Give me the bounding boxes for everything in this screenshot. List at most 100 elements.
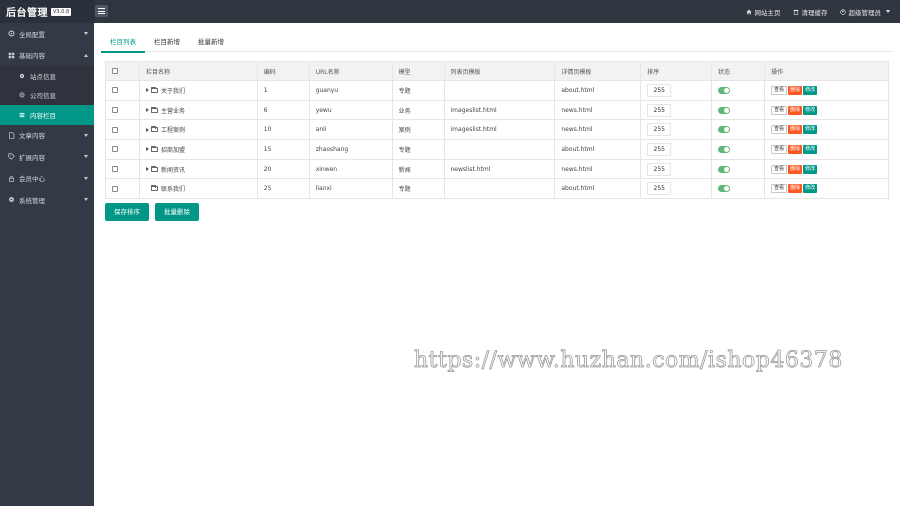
- status-toggle[interactable]: [718, 86, 731, 94]
- row-checkbox[interactable]: [112, 146, 118, 153]
- tab-batch-add[interactable]: 批量新增: [189, 32, 233, 52]
- delete-button[interactable]: 删除: [788, 144, 803, 154]
- column-list-template: newslist.html: [443, 158, 556, 180]
- view-button[interactable]: 查看: [771, 184, 788, 194]
- tag-icon: [8, 153, 15, 161]
- status-toggle[interactable]: [718, 126, 731, 134]
- delete-button[interactable]: 删除: [788, 105, 803, 115]
- column-name: 关于我们: [160, 87, 185, 95]
- status-toggle[interactable]: [718, 106, 731, 114]
- table-row: 工程案例 10 anli 案例 imageslist.html news.htm…: [105, 119, 889, 141]
- select-all-checkbox[interactable]: [112, 68, 118, 74]
- delete-button[interactable]: 删除: [788, 164, 803, 174]
- menu-toggle-button[interactable]: [95, 5, 108, 17]
- home-link[interactable]: 网站主页: [746, 7, 781, 17]
- delete-button[interactable]: 删除: [788, 184, 803, 194]
- row-checkbox[interactable]: [112, 185, 118, 192]
- expand-arrow-icon[interactable]: [145, 88, 149, 93]
- table-header-row: 栏目名称 编码 URL名称 模型 列表页模板 详情页模板 排序 状态 操作: [105, 61, 889, 81]
- table-row: 招商加盟 15 zhaoshang 专题 about.html 查看删除修改: [105, 139, 889, 160]
- edit-button[interactable]: 修改: [803, 164, 818, 174]
- edit-button[interactable]: 修改: [803, 125, 818, 135]
- sidebar-subitem-content-columns[interactable]: 内容栏目: [0, 105, 94, 125]
- sidebar-item-member-center[interactable]: 会员中心: [0, 168, 94, 190]
- sort-input[interactable]: [647, 142, 672, 156]
- view-button[interactable]: 查看: [771, 125, 788, 135]
- column-list-template: [443, 80, 556, 101]
- tab-column-list[interactable]: 栏目列表: [101, 32, 145, 53]
- delete-button[interactable]: 删除: [788, 125, 803, 135]
- view-button[interactable]: 查看: [771, 85, 788, 95]
- sidebar-subitem-company-info[interactable]: 公司信息: [0, 85, 94, 105]
- column-code: 6: [256, 99, 310, 121]
- edit-button[interactable]: 修改: [803, 105, 818, 115]
- admin-user-label: 超级管理员: [848, 8, 882, 17]
- table-header-cell: 排序: [640, 61, 713, 81]
- column-name: 主营业务: [160, 107, 185, 115]
- sidebar-item-label: 文章内容: [19, 132, 45, 141]
- sidebar-item-extended-content[interactable]: 扩展内容: [0, 146, 94, 168]
- folder-icon: [150, 126, 158, 133]
- folder-icon: [150, 145, 158, 152]
- column-model: 案例: [391, 119, 445, 141]
- sidebar-subitem-site-info[interactable]: 站点信息: [0, 66, 94, 86]
- view-button[interactable]: 查看: [771, 144, 788, 154]
- chevron-up-icon: [84, 53, 88, 57]
- sort-input[interactable]: [647, 162, 672, 176]
- sidebar-item-article-content[interactable]: 文章内容: [0, 125, 94, 147]
- admin-user-menu[interactable]: 超级管理员: [839, 7, 890, 17]
- edit-button[interactable]: 修改: [803, 144, 818, 154]
- table-row: 联系我们 25 lianxi 专题 about.html 查看删除修改: [105, 178, 889, 200]
- folder-icon: [150, 86, 158, 93]
- list-icon: [19, 112, 25, 117]
- row-checkbox[interactable]: [112, 126, 118, 133]
- column-model: 业务: [391, 99, 445, 121]
- column-detail-template: about.html: [554, 139, 642, 160]
- table-header-cell: 状态: [711, 61, 766, 81]
- expand-arrow-icon[interactable]: [145, 167, 149, 172]
- column-url: yewu: [308, 99, 393, 121]
- view-button[interactable]: 查看: [771, 164, 788, 174]
- delete-button[interactable]: 删除: [788, 85, 803, 95]
- expand-arrow-icon[interactable]: [145, 147, 149, 152]
- expand-arrow-icon[interactable]: [145, 127, 149, 132]
- expand-arrow-placeholder: [146, 187, 149, 191]
- column-table: 栏目名称 编码 URL名称 模型 列表页模板 详情页模板 排序 状态 操作 关于…: [105, 61, 889, 200]
- status-toggle[interactable]: [718, 165, 731, 173]
- status-toggle[interactable]: [718, 145, 731, 153]
- sidebar-item-global-config[interactable]: 全局配置: [0, 23, 94, 45]
- sort-input[interactable]: [647, 103, 672, 117]
- view-button[interactable]: 查看: [771, 105, 788, 115]
- lock-icon: [9, 175, 14, 182]
- status-toggle[interactable]: [718, 185, 731, 193]
- tab-column-add[interactable]: 栏目新增: [145, 32, 189, 52]
- batch-delete-button[interactable]: 批量删除: [155, 203, 199, 221]
- column-list-template: imageslist.html: [443, 119, 556, 141]
- chevron-down-icon: [84, 32, 88, 35]
- row-checkbox[interactable]: [112, 107, 118, 114]
- row-checkbox[interactable]: [112, 87, 118, 94]
- save-sort-button[interactable]: 保存排序: [105, 203, 149, 221]
- sidebar-item-system-management[interactable]: 系统管理: [0, 189, 94, 211]
- table-header-cell: 栏目名称: [138, 61, 258, 81]
- column-list-template: imageslist.html: [443, 99, 556, 121]
- sort-input[interactable]: [647, 83, 672, 97]
- sort-input[interactable]: [647, 123, 672, 137]
- column-model: 专题: [391, 80, 445, 101]
- edit-button[interactable]: 修改: [803, 184, 818, 194]
- folder-icon: [150, 106, 158, 113]
- table-actions: 保存排序 批量删除: [105, 203, 199, 221]
- sidebar-item-basic-content[interactable]: 基础内容: [0, 45, 94, 67]
- logo[interactable]: 后台管理 V3.0.8: [0, 0, 94, 23]
- table-header-cell: 列表页模板: [443, 61, 556, 81]
- row-checkbox[interactable]: [112, 166, 118, 173]
- chevron-down-icon: [84, 133, 88, 137]
- expand-arrow-icon[interactable]: [145, 108, 149, 113]
- top-bar: 后台管理 V3.0.8 网站主页 清理缓存 超级管理员: [0, 0, 900, 23]
- sort-input[interactable]: [647, 182, 672, 196]
- edit-button[interactable]: 修改: [803, 85, 818, 95]
- grid-icon: [8, 52, 15, 59]
- clear-cache-link[interactable]: 清理缓存: [793, 7, 828, 17]
- gear-icon: [8, 30, 15, 37]
- table-header-cell: 模型: [391, 61, 445, 81]
